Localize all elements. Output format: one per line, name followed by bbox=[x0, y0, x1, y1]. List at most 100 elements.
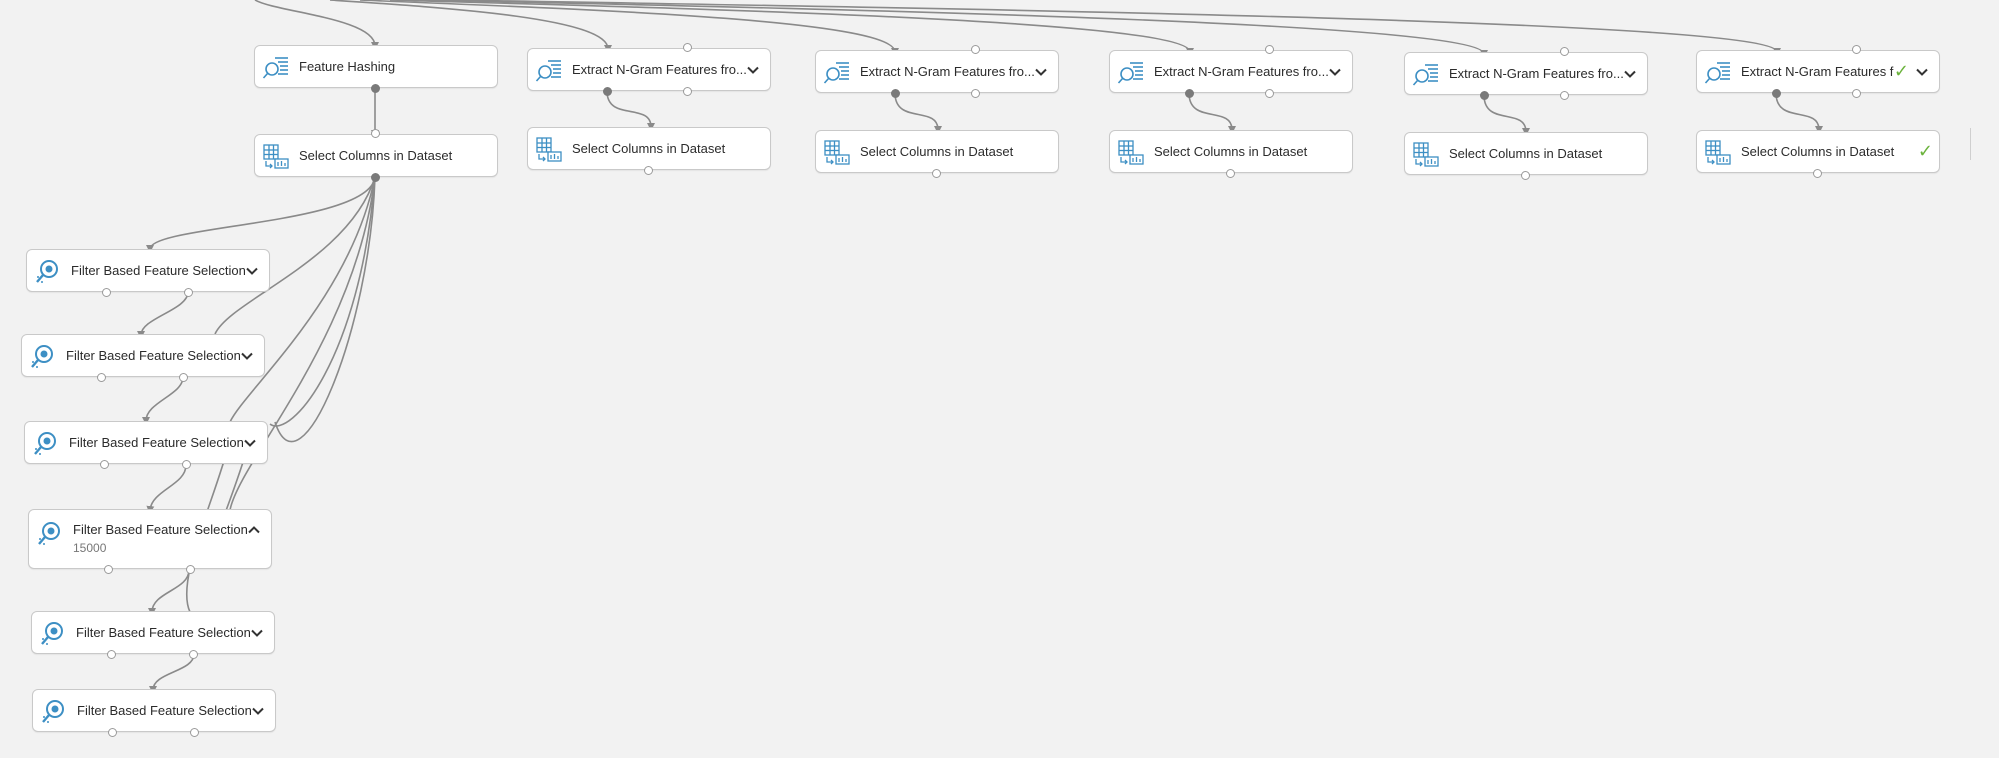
module-fh[interactable]: Feature Hashing bbox=[254, 45, 498, 88]
input-port[interactable] bbox=[1851, 45, 1861, 54]
output-port[interactable] bbox=[96, 373, 106, 382]
select-columns-icon bbox=[1116, 137, 1146, 167]
module-parameter-value: 15000 bbox=[73, 541, 107, 555]
output-port[interactable] bbox=[188, 650, 198, 659]
chevron-down-icon[interactable] bbox=[243, 436, 267, 450]
ngram-icon bbox=[822, 57, 852, 87]
filter-feature-selection-icon bbox=[35, 518, 65, 548]
output-port[interactable] bbox=[602, 87, 612, 96]
output-port[interactable] bbox=[890, 89, 900, 98]
output-port[interactable] bbox=[370, 173, 380, 182]
module-sc3[interactable]: Select Columns in Dataset bbox=[1109, 130, 1353, 173]
output-port[interactable] bbox=[1184, 89, 1194, 98]
output-port[interactable] bbox=[1225, 169, 1235, 178]
ngram-icon bbox=[1703, 57, 1733, 87]
module-ng2[interactable]: Extract N-Gram Features fro... bbox=[815, 50, 1059, 93]
output-port[interactable] bbox=[107, 728, 117, 737]
module-sc2[interactable]: Select Columns in Dataset bbox=[815, 130, 1059, 173]
wire-ng5-sc5 bbox=[1775, 92, 1823, 134]
module-label: Filter Based Feature Selection bbox=[77, 703, 251, 718]
output-port[interactable] bbox=[1851, 89, 1861, 98]
output-port[interactable] bbox=[643, 166, 653, 175]
ngram-icon bbox=[1411, 59, 1441, 89]
chevron-down-icon[interactable] bbox=[250, 626, 274, 640]
input-port[interactable] bbox=[970, 45, 980, 54]
module-ng4[interactable]: Extract N-Gram Features fro... bbox=[1404, 52, 1648, 95]
wire-sc0-f1 bbox=[146, 176, 376, 253]
success-check-icon: ✓ bbox=[1893, 61, 1909, 81]
feature-hashing-icon bbox=[261, 52, 291, 82]
output-port[interactable] bbox=[1479, 91, 1489, 100]
wire-sc0-f6a bbox=[274, 176, 376, 443]
wire-ng2-sc2 bbox=[894, 92, 942, 134]
module-ng3[interactable]: Extract N-Gram Features fro... bbox=[1109, 50, 1353, 93]
module-label: Extract N-Gram Features fro... bbox=[572, 62, 746, 77]
module-f3[interactable]: Filter Based Feature Selection bbox=[24, 421, 268, 464]
filter-feature-selection-icon bbox=[33, 256, 63, 286]
filter-feature-selection-icon bbox=[39, 696, 69, 726]
chevron-down-icon[interactable] bbox=[1915, 65, 1939, 79]
canvas-edge-divider bbox=[1970, 128, 1971, 160]
module-sc1[interactable]: Select Columns in Dataset bbox=[527, 127, 771, 170]
output-port[interactable] bbox=[1520, 171, 1530, 180]
module-f5[interactable]: Filter Based Feature Selection bbox=[31, 611, 275, 654]
filter-feature-selection-icon bbox=[28, 341, 58, 371]
output-port[interactable] bbox=[99, 460, 109, 469]
chevron-down-icon[interactable] bbox=[746, 63, 770, 77]
output-port[interactable] bbox=[682, 87, 692, 96]
input-port[interactable] bbox=[682, 43, 692, 52]
output-port[interactable] bbox=[1559, 91, 1569, 100]
wire-f2-f3 bbox=[142, 376, 184, 425]
module-f2[interactable]: Filter Based Feature Selection bbox=[21, 334, 265, 377]
chevron-down-icon[interactable] bbox=[251, 704, 275, 718]
wire-ng4-sc4 bbox=[1483, 94, 1530, 136]
output-port[interactable] bbox=[931, 169, 941, 178]
module-sc5[interactable]: Select Columns in Dataset ✓ bbox=[1696, 130, 1940, 173]
wire-sc0-f5a bbox=[269, 176, 376, 427]
output-port[interactable] bbox=[183, 288, 193, 297]
module-label: Extract N-Gram Features fro... bbox=[860, 64, 1034, 79]
chevron-down-icon[interactable] bbox=[1328, 65, 1352, 79]
wire-ng1-sc1 bbox=[606, 90, 655, 131]
output-port[interactable] bbox=[101, 288, 111, 297]
module-label: Filter Based Feature Selection bbox=[71, 263, 245, 278]
module-label: Extract N-Gram Features fro... bbox=[1449, 66, 1623, 81]
output-port[interactable] bbox=[106, 650, 116, 659]
module-label: Select Columns in Dataset bbox=[1449, 146, 1603, 161]
module-sc0[interactable]: Select Columns in Dataset bbox=[254, 134, 498, 177]
filter-feature-selection-icon bbox=[31, 428, 61, 458]
module-sc4[interactable]: Select Columns in Dataset bbox=[1404, 132, 1648, 175]
output-port[interactable] bbox=[1771, 89, 1781, 98]
input-port[interactable] bbox=[370, 129, 380, 138]
output-port[interactable] bbox=[185, 565, 195, 574]
module-ng5[interactable]: Extract N-Gram Features fro...✓ bbox=[1696, 50, 1940, 93]
module-f4[interactable]: Filter Based Feature Selection 15000 bbox=[28, 509, 272, 569]
chevron-down-icon[interactable] bbox=[1623, 67, 1647, 81]
module-label: Feature Hashing bbox=[299, 59, 396, 74]
output-port[interactable] bbox=[1812, 169, 1822, 178]
output-port[interactable] bbox=[103, 565, 113, 574]
input-port[interactable] bbox=[1559, 47, 1569, 56]
output-port[interactable] bbox=[970, 89, 980, 98]
chevron-up-icon[interactable] bbox=[247, 510, 271, 537]
chevron-down-icon[interactable] bbox=[240, 349, 264, 363]
output-port[interactable] bbox=[1264, 89, 1274, 98]
success-check-icon: ✓ bbox=[1917, 141, 1933, 161]
module-f1[interactable]: Filter Based Feature Selection bbox=[26, 249, 270, 292]
wire-in-ng1 bbox=[329, 0, 612, 53]
ngram-icon bbox=[1116, 57, 1146, 87]
output-port[interactable] bbox=[181, 460, 191, 469]
chevron-down-icon[interactable] bbox=[245, 264, 269, 278]
input-port[interactable] bbox=[1264, 45, 1274, 54]
wire-f1-f2 bbox=[137, 291, 189, 339]
wire-sc0-f3a bbox=[229, 176, 376, 423]
module-label: Select Columns in Dataset bbox=[1741, 144, 1895, 159]
ngram-icon bbox=[534, 55, 564, 85]
output-port[interactable] bbox=[189, 728, 199, 737]
module-f6[interactable]: Filter Based Feature Selection bbox=[32, 689, 276, 732]
output-port[interactable] bbox=[178, 373, 188, 382]
output-port[interactable] bbox=[370, 84, 380, 93]
chevron-down-icon[interactable] bbox=[1034, 65, 1058, 79]
module-ng1[interactable]: Extract N-Gram Features fro... bbox=[527, 48, 771, 91]
module-label: Filter Based Feature Selection bbox=[69, 435, 243, 450]
